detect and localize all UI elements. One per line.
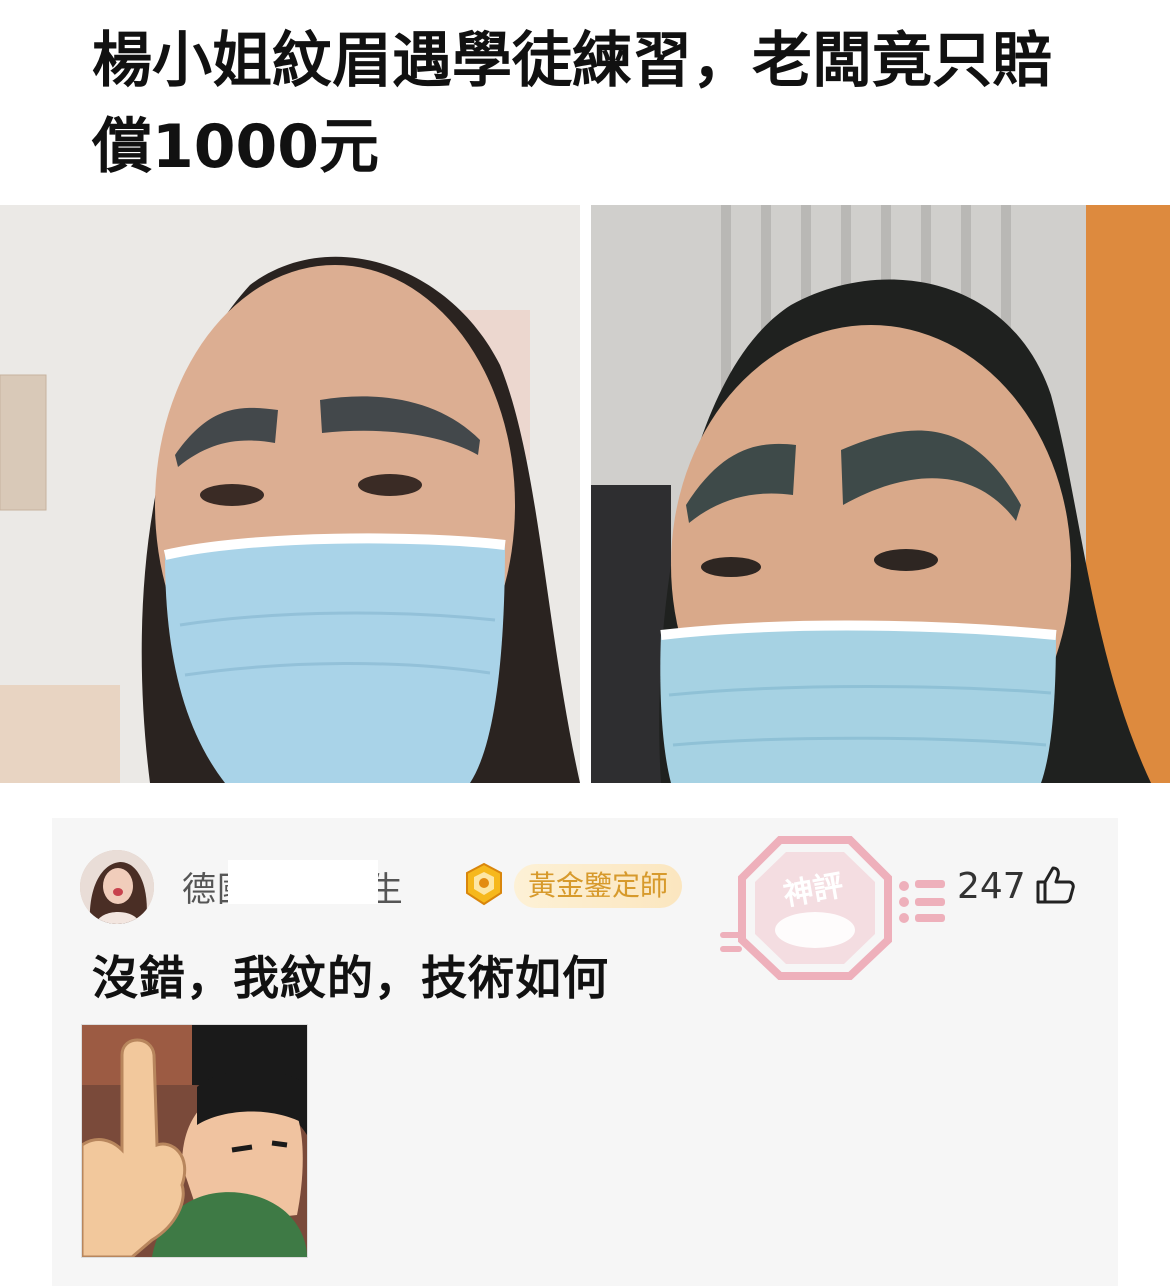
thumbs-up-icon[interactable] — [1034, 864, 1076, 906]
photo-left[interactable] — [0, 205, 580, 783]
headline: 楊小姐紋眉遇學徒練習，老闆竟只賠償1000元 — [92, 26, 1052, 182]
comment-text: 沒錯，我紋的，技術如何 — [92, 951, 609, 1005]
username-censor-bar — [228, 860, 378, 904]
anime-thumbs-up-sticker[interactable] — [81, 1024, 308, 1258]
photo-right[interactable] — [591, 205, 1170, 783]
badge-label: 黃金鑒定師 — [514, 864, 683, 908]
avatar[interactable] — [80, 850, 154, 924]
like-count: 247 — [957, 866, 1026, 907]
featured-comment-stamp: 神評 — [720, 822, 950, 982]
gold-medal-icon — [464, 862, 504, 906]
